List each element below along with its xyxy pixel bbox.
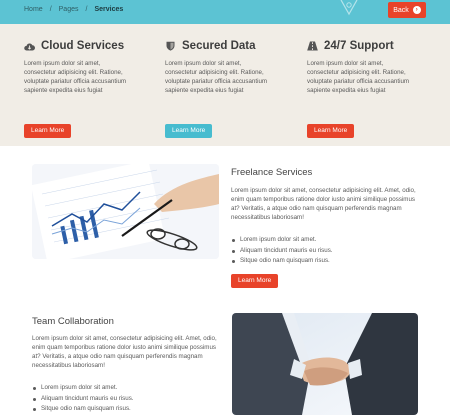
team-list: Lorem ipsum dolor sit amet. Aliquam tinc…: [32, 383, 134, 415]
section-title-team: Team Collaboration: [32, 316, 114, 327]
breadcrumb-separator: /: [49, 6, 52, 13]
breadcrumb: Home / Pages / Services: [24, 6, 123, 13]
back-button-label: Back: [393, 6, 409, 14]
list-item: Aliquam tincidunt mauris eu risus.: [32, 394, 134, 405]
features-band: Cloud Services Lorem ipsum dolor sit ame…: [0, 24, 450, 146]
feature-title: 24/7 Support: [324, 40, 394, 52]
map-pin-icon: [340, 0, 358, 16]
learn-more-button[interactable]: Learn More: [24, 124, 72, 138]
back-button[interactable]: Back ›: [388, 2, 426, 18]
freelance-list: Lorem ipsum dolor sit amet. Aliquam tinc…: [231, 235, 333, 267]
arrow-right-icon: ›: [412, 6, 421, 14]
breadcrumb-home[interactable]: Home: [24, 6, 43, 13]
feature-cloud-services: Cloud Services Lorem ipsum dolor sit ame…: [24, 40, 144, 138]
feature-secured-data: Secured Data Lorem ipsum dolor sit amet,…: [165, 40, 285, 138]
feature-text: Lorem ipsum dolor sit amet, consectetur …: [165, 60, 268, 94]
learn-more-button[interactable]: Learn More: [307, 124, 355, 138]
list-item: Sitque odio nam quisquam risus.: [32, 404, 134, 415]
section-title-freelance: Freelance Services: [231, 167, 313, 178]
feature-title: Cloud Services: [41, 40, 125, 52]
handshake-photo: [232, 313, 418, 415]
section-text-team: Lorem ipsum dolor sit amet, consectetur …: [32, 335, 217, 369]
feature-text: Lorem ipsum dolor sit amet, consectetur …: [307, 60, 410, 94]
road-icon: [307, 41, 318, 52]
breadcrumb-pages[interactable]: Pages: [59, 6, 79, 13]
cloud-icon: [24, 41, 35, 52]
learn-more-button[interactable]: Learn More: [165, 124, 213, 138]
feature-title: Secured Data: [182, 40, 256, 52]
list-item: Lorem ipsum dolor sit amet.: [231, 235, 333, 246]
chart-and-pen-photo: [32, 164, 219, 259]
learn-more-button[interactable]: Learn More: [231, 274, 279, 288]
feature-support: 24/7 Support Lorem ipsum dolor sit amet,…: [307, 40, 427, 138]
top-bar: Home / Pages / Services Back ›: [0, 0, 450, 24]
list-item: Sitque odio nam quisquam risus.: [231, 256, 333, 267]
list-item: Lorem ipsum dolor sit amet.: [32, 383, 134, 394]
breadcrumb-current: Services: [94, 6, 124, 13]
section-text-freelance: Lorem ipsum dolor sit amet, consectetur …: [231, 187, 416, 221]
list-item: Aliquam tincidunt mauris eu risus.: [231, 246, 333, 257]
breadcrumb-separator: /: [85, 6, 88, 13]
feature-text: Lorem ipsum dolor sit amet, consectetur …: [24, 60, 127, 94]
shield-icon: [165, 41, 176, 52]
